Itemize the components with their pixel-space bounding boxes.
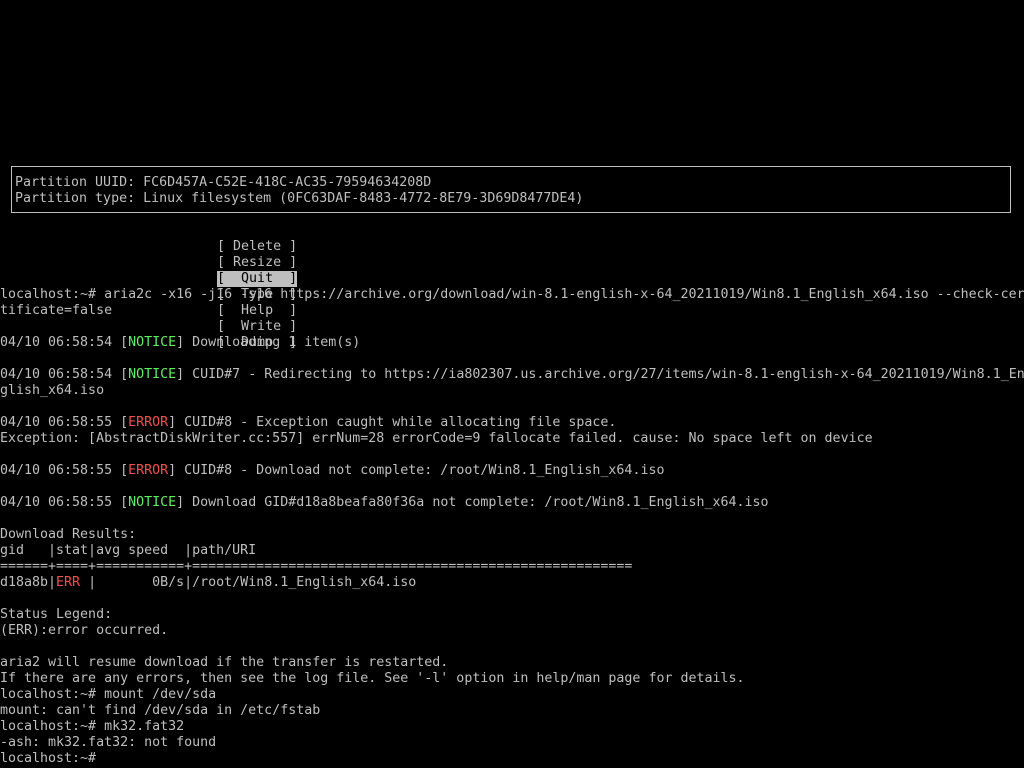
log-message: ] Download GID#d18a8beafa80f36a not comp… [176, 495, 769, 510]
row-status: ERR [56, 575, 81, 590]
notice-tag: NOTICE [128, 367, 177, 382]
row-rest: | 0B/s|/root/Win8.1_English_x64.iso [80, 575, 417, 590]
notice-tag: NOTICE [128, 335, 177, 350]
log-line: 04/10 06:58:55 [NOTICE] Download GID#d18… [0, 495, 1024, 511]
log-line-wrap: glish_x64.iso [0, 383, 105, 398]
results-title: Download Results: [0, 527, 137, 542]
partition-uuid: Partition UUID: FC6D457A-C52E-418C-AC35-… [15, 175, 432, 190]
log-timestamp: 04/10 06:58:55 [ [0, 463, 129, 478]
results-header: gid |stat|avg speed |path/URI [0, 543, 257, 558]
resume-note: aria2 will resume download if the transf… [0, 655, 449, 670]
command-line: localhost:~# mount /dev/sda [0, 687, 217, 702]
log-timestamp: 04/10 06:58:54 [ [0, 367, 129, 382]
log-message: ] CUID#8 - Download not complete: /root/… [168, 463, 665, 478]
error-tag: ERROR [128, 415, 169, 430]
terminal-output: localhost:~# aria2c -x16 -j16 -s16 https… [0, 287, 1024, 767]
command-error: -ash: mk32.fat32: not found [0, 735, 217, 750]
log-message: ] CUID#8 - Exception caught while alloca… [168, 415, 617, 430]
legend-error: (ERR):error occurred. [0, 623, 169, 638]
row-gid: d18a8b| [0, 575, 57, 590]
results-row: d18a8b|ERR | 0B/s|/root/Win8.1_English_x… [0, 575, 1024, 591]
action-menu: [ Delete ] [ Resize ] [ Quit ] [ Type ] … [185, 223, 313, 350]
quit-button[interactable]: [ Quit ] [217, 271, 298, 287]
partition-type: Partition type: Linux filesystem (0FC63D… [15, 191, 584, 206]
log-line: 04/10 06:58:55 [ERROR] CUID#8 - Download… [0, 463, 1024, 479]
log-line: 04/10 06:58:54 [NOTICE] CUID#7 - Redirec… [0, 367, 1024, 383]
command-line: localhost:~# aria2c -x16 -j16 -s16 https… [0, 287, 1024, 302]
terminal-screen[interactable]: Partition UUID: FC6D457A-C52E-418C-AC35-… [0, 0, 1024, 768]
log-timestamp: 04/10 06:58:55 [ [0, 415, 129, 430]
partition-info-box: Partition UUID: FC6D457A-C52E-418C-AC35-… [11, 166, 1011, 213]
errors-hint: If there are any errors, then see the lo… [0, 671, 745, 686]
log-timestamp: 04/10 06:58:55 [ [0, 495, 129, 510]
log-message: ] Downloading 1 item(s) [176, 335, 361, 350]
log-line: 04/10 06:58:54 [NOTICE] Downloading 1 it… [0, 335, 1024, 351]
command-line-wrap: tificate=false [0, 303, 113, 318]
notice-tag: NOTICE [128, 495, 177, 510]
log-message: ] CUID#7 - Redirecting to https://ia8023… [176, 367, 1024, 382]
exception-line: Exception: [AbstractDiskWriter.cc:557] e… [0, 431, 873, 446]
log-timestamp: 04/10 06:58:54 [ [0, 335, 129, 350]
command-line: localhost:~# mk32.fat32 [0, 719, 185, 734]
delete-button[interactable]: [ Delete ] [217, 239, 297, 255]
legend-title: Status Legend: [0, 607, 113, 622]
resize-button[interactable]: [ Resize ] [217, 255, 297, 271]
shell-prompt[interactable]: localhost:~# [0, 751, 1024, 767]
log-line: 04/10 06:58:55 [ERROR] CUID#8 - Exceptio… [0, 415, 1024, 431]
mount-error: mount: can't find /dev/sda in /etc/fstab [0, 703, 321, 718]
error-tag: ERROR [128, 463, 169, 478]
results-separator: ======+====+===========+================… [0, 559, 633, 574]
